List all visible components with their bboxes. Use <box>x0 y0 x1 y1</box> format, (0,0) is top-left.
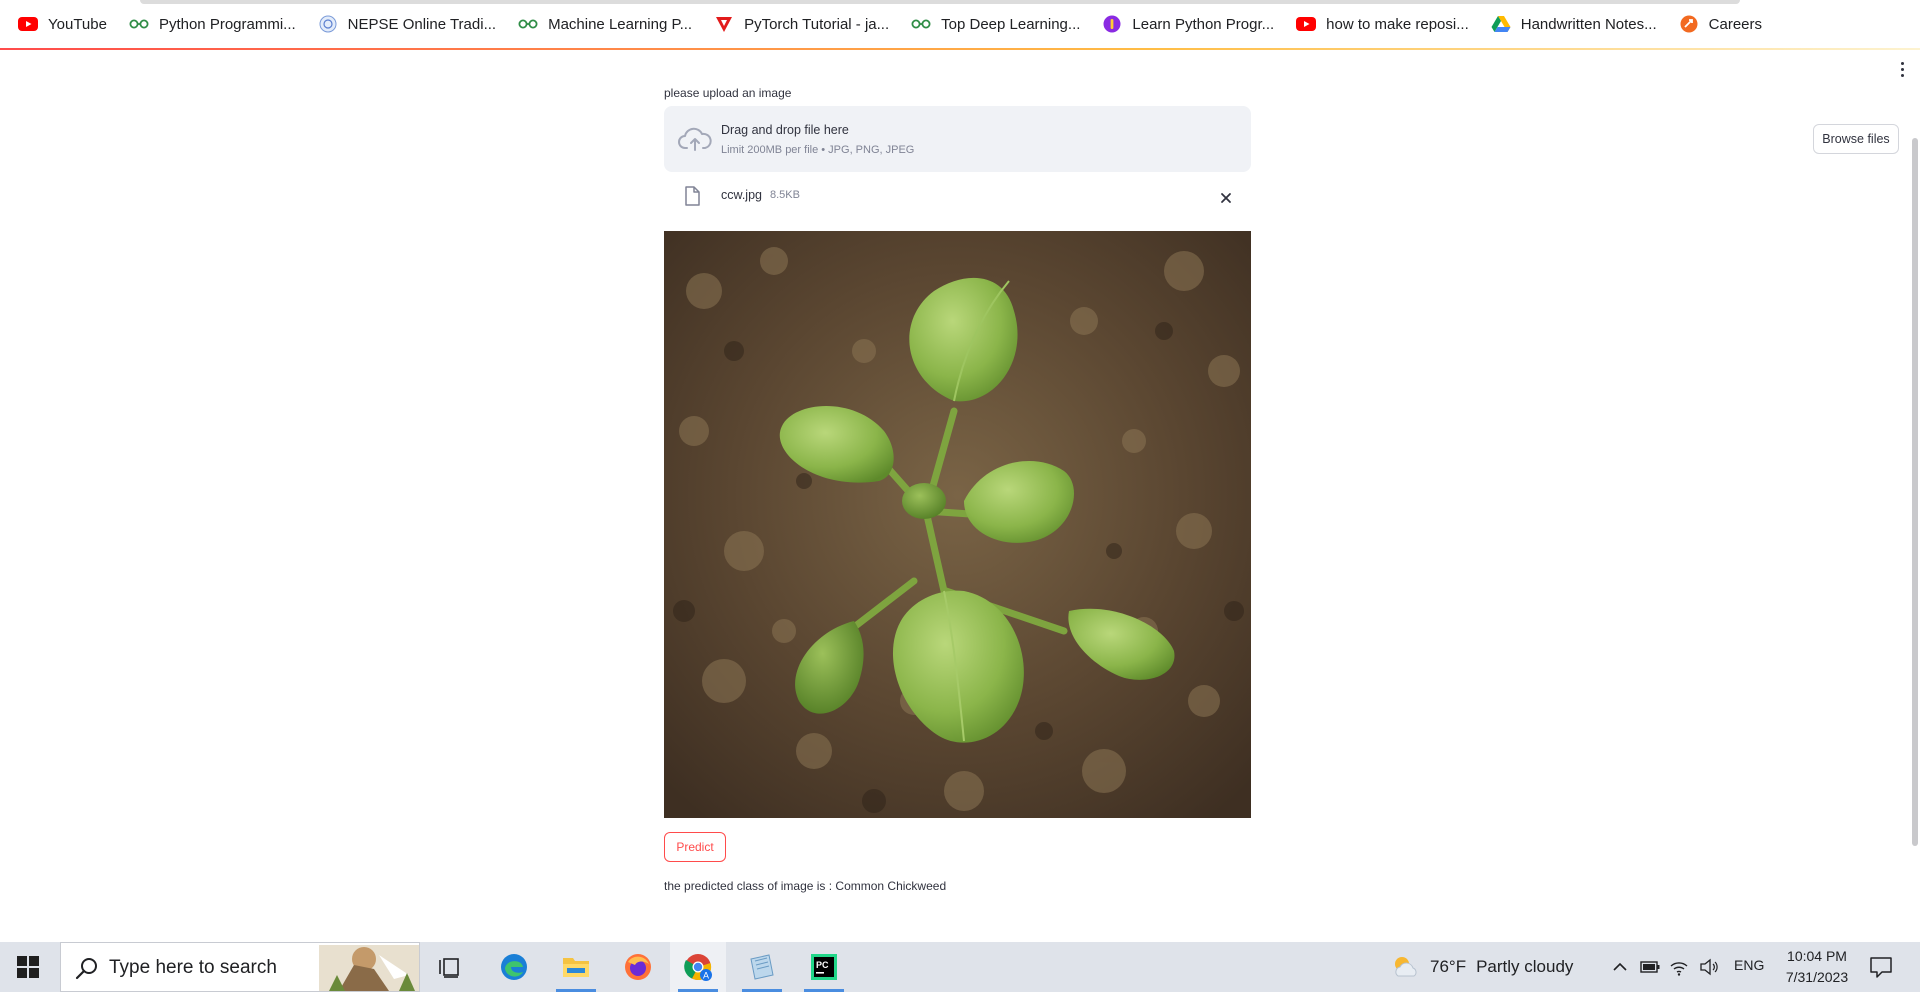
google-drive-icon <box>1491 15 1511 33</box>
windows-start-icon[interactable] <box>16 955 40 979</box>
svg-text:A: A <box>703 971 709 981</box>
prediction-result: the predicted class of image is : Common… <box>664 879 947 893</box>
taskbar-pycharm[interactable]: PC <box>796 942 852 992</box>
clock-time: 10:04 PM <box>1787 948 1847 964</box>
careers-icon <box>1679 15 1699 33</box>
chrome-icon: A <box>684 954 712 981</box>
notes-app-icon <box>750 954 774 980</box>
app-decoration-line <box>0 48 1920 50</box>
svg-text:PC: PC <box>816 960 829 970</box>
taskbar: Type here to search A PC 76°F Partly clo… <box>0 942 1920 992</box>
bookmark-how-to-make-repo[interactable]: how to make reposi... <box>1296 9 1469 39</box>
javatpoint-icon <box>714 15 734 33</box>
search-icon <box>75 958 97 980</box>
uploaded-image <box>664 231 1251 818</box>
youtube-icon <box>18 15 38 33</box>
upload-label: please upload an image <box>664 86 792 100</box>
volume-control[interactable] <box>1696 955 1722 979</box>
cloud-upload-icon <box>678 127 712 151</box>
speaker-icon <box>1700 958 1718 976</box>
system-clock[interactable]: 10:04 PM 7/31/2023 <box>1772 946 1862 988</box>
remove-file-icon[interactable] <box>1215 187 1237 209</box>
battery-icon <box>1640 961 1660 973</box>
geeksforgeeks-icon <box>518 15 538 33</box>
bookmark-label: YouTube <box>48 15 107 33</box>
edge-icon <box>501 954 527 980</box>
predict-button[interactable]: Predict <box>664 832 726 862</box>
bookmark-label: NEPSE Online Tradi... <box>347 15 497 33</box>
bookmark-machine-learning[interactable]: Machine Learning P... <box>518 9 692 39</box>
dropzone-limit-text: Limit 200MB per file • JPG, PNG, JPEG <box>721 144 915 156</box>
network-status[interactable] <box>1666 955 1692 979</box>
task-view-button[interactable] <box>422 942 478 992</box>
notification-center-icon[interactable] <box>1868 954 1894 980</box>
geeksforgeeks-icon <box>129 15 149 33</box>
taskbar-firefox[interactable] <box>610 942 666 992</box>
weather-widget[interactable]: 76°F Partly cloudy <box>1390 954 1573 980</box>
language-indicator[interactable]: ENG <box>1734 957 1764 973</box>
bookmark-label: Python Programmi... <box>158 15 296 33</box>
taskbar-file-explorer[interactable] <box>548 942 604 992</box>
tabstrip-edge <box>140 0 1740 4</box>
bookmarks-bar: YouTube Python Programmi... NEPSE Online… <box>0 0 1920 48</box>
file-dropzone[interactable]: Drag and drop file here Limit 200MB per … <box>664 106 1899 172</box>
firefox-icon <box>625 954 651 980</box>
uploaded-file-row: ccw.jpg 8.5KB <box>664 182 1251 214</box>
bookmark-nepse[interactable]: NEPSE Online Tradi... <box>318 9 496 39</box>
file-explorer-icon <box>563 958 589 977</box>
browse-files-button[interactable]: Browse files <box>1813 124 1899 154</box>
clock-date: 7/31/2023 <box>1785 969 1849 985</box>
page-scrollbar[interactable] <box>1912 138 1918 846</box>
pycharm-icon: PC <box>811 954 837 980</box>
nepse-icon <box>318 15 338 33</box>
bookmark-pytorch-tutorial[interactable]: PyTorch Tutorial - ja... <box>714 9 889 39</box>
file-name: ccw.jpg <box>721 188 762 202</box>
file-size: 8.5KB <box>770 189 800 201</box>
bookmark-label: Learn Python Progr... <box>1132 15 1275 33</box>
weather-description: Partly cloudy <box>1476 957 1574 976</box>
dropzone-title: Drag and drop file here <box>721 123 849 137</box>
taskbar-search-box[interactable]: Type here to search <box>60 942 420 992</box>
bookmark-label: PyTorch Tutorial - ja... <box>744 15 890 33</box>
wifi-icon <box>1670 962 1688 976</box>
taskbar-edge[interactable] <box>486 942 542 992</box>
chevron-up-icon <box>1613 962 1627 971</box>
bookmark-careers[interactable]: Careers <box>1679 9 1762 39</box>
show-hidden-icons[interactable] <box>1608 955 1632 979</box>
bookmark-learn-python[interactable]: Learn Python Progr... <box>1102 9 1274 39</box>
bookmark-handwritten-notes[interactable]: Handwritten Notes... <box>1491 9 1657 39</box>
file-icon <box>685 186 700 206</box>
weather-temperature: 76°F <box>1430 957 1467 976</box>
partly-cloudy-icon <box>1395 957 1417 977</box>
bookmark-label: Careers <box>1708 15 1763 33</box>
search-highlight-illustration <box>319 945 419 991</box>
bookmark-python-programming[interactable]: Python Programmi... <box>129 9 296 39</box>
bookmark-label: how to make reposi... <box>1326 15 1469 33</box>
bookmark-label: Machine Learning P... <box>548 15 693 33</box>
taskbar-notes-app[interactable] <box>734 942 790 992</box>
bookmark-label: Top Deep Learning... <box>941 15 1081 33</box>
search-placeholder: Type here to search <box>109 957 277 978</box>
youtube-icon <box>1296 15 1317 33</box>
bookmark-label: Handwritten Notes... <box>1520 15 1657 33</box>
main-menu-icon[interactable] <box>1893 58 1911 80</box>
task-view-icon <box>439 958 459 978</box>
geeksforgeeks-icon <box>911 15 931 33</box>
programiz-icon <box>1102 15 1122 33</box>
bookmark-youtube[interactable]: YouTube <box>18 9 107 39</box>
battery-status[interactable] <box>1638 955 1662 979</box>
bookmark-top-deep-learning[interactable]: Top Deep Learning... <box>911 9 1080 39</box>
taskbar-chrome[interactable]: A <box>670 942 726 992</box>
